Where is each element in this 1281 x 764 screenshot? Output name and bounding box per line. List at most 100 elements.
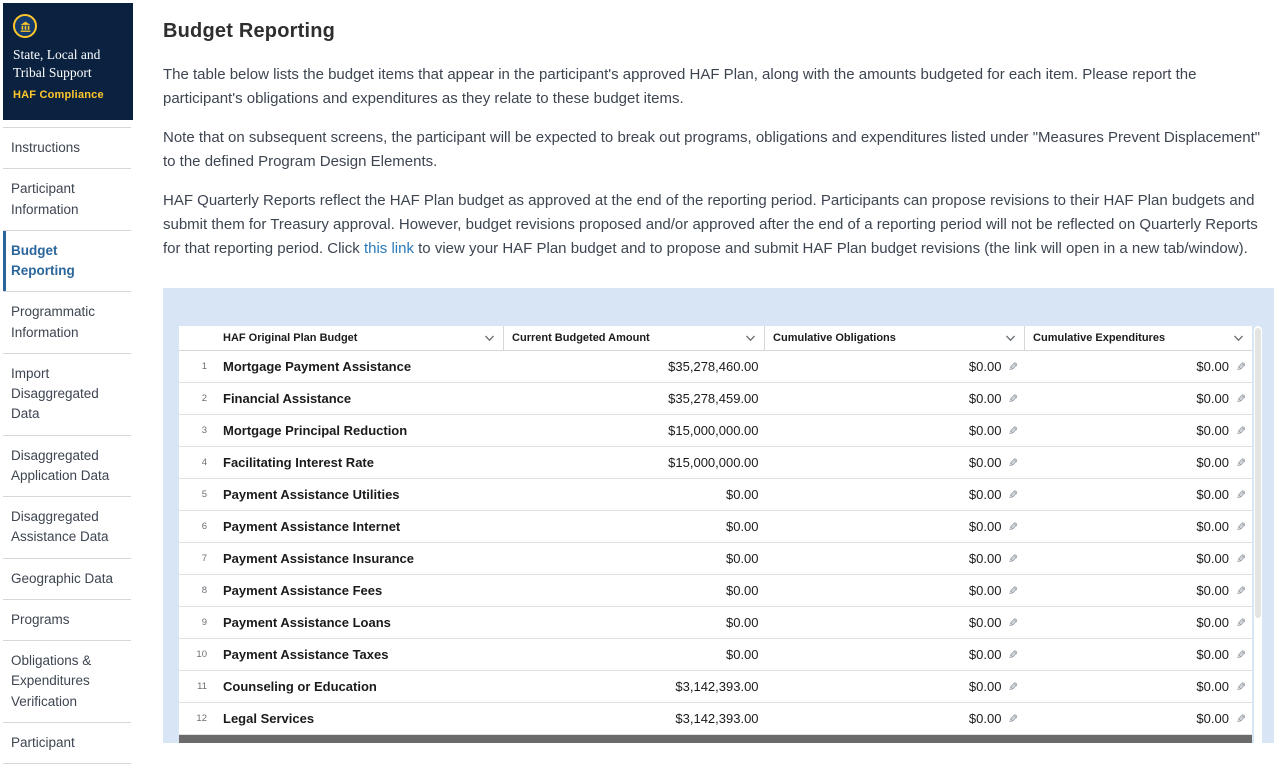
- edit-icon[interactable]: ✎: [1236, 360, 1246, 374]
- brand-subtitle: HAF Compliance: [13, 89, 123, 101]
- sidebar-item-participant-information[interactable]: Participant Information: [3, 169, 131, 231]
- scrollbar-thumb[interactable]: [1255, 328, 1261, 618]
- sidebar-item-obligations-expenditures-verification[interactable]: Obligations & Expenditures Verification: [3, 641, 131, 723]
- table-row: 3Mortgage Principal Reduction$15,000,000…: [179, 415, 1252, 447]
- budget-item-name: Payment Assistance Taxes: [215, 639, 504, 671]
- edit-icon[interactable]: ✎: [1236, 648, 1246, 662]
- cumulative-obligations-amount: $0.00✎: [765, 383, 1025, 415]
- cumulative-expenditures-amount: $0.00✎: [1025, 383, 1252, 415]
- cumulative-obligations-amount: $0.00✎: [765, 479, 1025, 511]
- edit-icon[interactable]: ✎: [1236, 616, 1246, 630]
- sidebar-item-disaggregated-assistance-data[interactable]: Disaggregated Assistance Data: [3, 497, 131, 559]
- current-budgeted-amount: $0.00: [504, 639, 765, 671]
- edit-icon[interactable]: ✎: [1008, 680, 1018, 694]
- row-number: 13: [179, 735, 215, 744]
- edit-icon[interactable]: ✎: [1008, 552, 1018, 566]
- row-number: 2: [179, 383, 215, 415]
- edit-icon[interactable]: ✎: [1236, 520, 1246, 534]
- table-row: 1Mortgage Payment Assistance$35,278,460.…: [179, 351, 1252, 383]
- column-header[interactable]: Cumulative Expenditures: [1025, 326, 1252, 351]
- cumulative-obligations-amount: $0.00✎: [765, 351, 1025, 383]
- table-row: 9Payment Assistance Loans$0.00$0.00✎$0.0…: [179, 607, 1252, 639]
- row-number: 9: [179, 607, 215, 639]
- edit-icon[interactable]: ✎: [1008, 392, 1018, 406]
- sidebar-item-disaggregated-application-data[interactable]: Disaggregated Application Data: [3, 436, 131, 498]
- row-number: 5: [179, 479, 215, 511]
- cumulative-expenditures-amount: $0.00✎: [1025, 543, 1252, 575]
- column-header[interactable]: HAF Original Plan Budget: [215, 326, 504, 351]
- edit-icon[interactable]: ✎: [1236, 488, 1246, 502]
- edit-icon[interactable]: ✎: [1008, 488, 1018, 502]
- edit-icon[interactable]: ✎: [1008, 456, 1018, 470]
- cumulative-expenditures-amount: $0.00✎: [1025, 703, 1252, 735]
- column-header-label: Cumulative Obligations: [773, 332, 896, 344]
- current-budgeted-amount: $0.00: [504, 543, 765, 575]
- sidebar-item-geographic-data[interactable]: Geographic Data: [3, 559, 131, 600]
- sidebar-item-instructions[interactable]: Instructions: [3, 127, 131, 169]
- budget-table-body: 1Mortgage Payment Assistance$35,278,460.…: [179, 351, 1252, 744]
- cumulative-expenditures-amount: $0.00✎: [1025, 415, 1252, 447]
- edit-icon[interactable]: ✎: [1008, 424, 1018, 438]
- edit-icon[interactable]: ✎: [1008, 616, 1018, 630]
- edit-icon[interactable]: ✎: [1236, 680, 1246, 694]
- sidebar-nav: InstructionsParticipant InformationBudge…: [3, 127, 131, 764]
- budget-item-name: Facilitating Interest Rate: [215, 447, 504, 479]
- cumulative-obligations-amount: $0.00✎: [765, 671, 1025, 703]
- sidebar-item-import-disaggregated-data[interactable]: Import Disaggregated Data: [3, 354, 131, 436]
- sidebar-item-budget-reporting[interactable]: Budget Reporting: [3, 231, 131, 293]
- budget-item-name: Counseling or Education: [215, 671, 504, 703]
- edit-icon[interactable]: ✎: [1236, 456, 1246, 470]
- table-scrollbar[interactable]: [1254, 326, 1262, 743]
- row-number: 8: [179, 575, 215, 607]
- chevron-down-icon[interactable]: [745, 335, 756, 342]
- haf-plan-budget-link[interactable]: this link: [364, 240, 414, 257]
- row-number: 6: [179, 511, 215, 543]
- chevron-down-icon[interactable]: [1233, 335, 1244, 342]
- edit-icon[interactable]: ✎: [1008, 648, 1018, 662]
- row-number: 10: [179, 639, 215, 671]
- cumulative-expenditures-amount: $0.00✎: [1025, 351, 1252, 383]
- budget-item-name: Payment Assistance Internet: [215, 511, 504, 543]
- app-root: State, Local and Tribal Support HAF Comp…: [0, 0, 1281, 743]
- edit-icon[interactable]: ✎: [1236, 424, 1246, 438]
- cumulative-obligations-amount: $0.00✎: [765, 415, 1025, 447]
- intro-paragraph: The table below lists the budget items t…: [163, 63, 1274, 111]
- edit-icon[interactable]: ✎: [1236, 584, 1246, 598]
- current-budgeted-amount: $35,278,460.00: [504, 351, 765, 383]
- edit-icon[interactable]: ✎: [1008, 360, 1018, 374]
- edit-icon[interactable]: ✎: [1008, 520, 1018, 534]
- cumulative-expenditures-amount: $0.00✎: [1025, 511, 1252, 543]
- edit-icon[interactable]: ✎: [1008, 712, 1018, 726]
- chevron-down-icon[interactable]: [1005, 335, 1016, 342]
- edit-icon[interactable]: ✎: [1236, 712, 1246, 726]
- table-row: 11Counseling or Education$3,142,393.00$0…: [179, 671, 1252, 703]
- budget-item-name: Mortgage Principal Reduction: [215, 415, 504, 447]
- quarterly-report-paragraph: HAF Quarterly Reports reflect the HAF Pl…: [163, 189, 1274, 261]
- budget-item-name: Payment Assistance Utilities: [215, 479, 504, 511]
- column-header[interactable]: Current Budgeted Amount: [504, 326, 765, 351]
- paragraph-text-after-link: to view your HAF Plan budget and to prop…: [414, 240, 1248, 257]
- brand-title: State, Local and Tribal Support: [13, 46, 123, 81]
- cumulative-obligations-amount: $0.00✎: [765, 511, 1025, 543]
- budget-table-panel: HAF Original Plan BudgetCurrent Budgeted…: [163, 288, 1274, 743]
- chevron-down-icon[interactable]: [484, 335, 495, 342]
- cumulative-expenditures-amount: $0.00✎: [1025, 671, 1252, 703]
- budget-item-name: Measures Preventing Displacement Subtota…: [215, 735, 504, 744]
- cumulative-expenditures-amount: $0.00: [1025, 735, 1252, 744]
- sidebar-item-programmatic-information[interactable]: Programmatic Information: [3, 292, 131, 354]
- row-number-column-header: [179, 326, 215, 351]
- sidebar-item-participant[interactable]: Participant: [3, 723, 131, 764]
- budget-item-name: Legal Services: [215, 703, 504, 735]
- sidebar: State, Local and Tribal Support HAF Comp…: [0, 0, 133, 743]
- brand-card: State, Local and Tribal Support HAF Comp…: [3, 3, 133, 120]
- cumulative-obligations-amount: $0.00✎: [765, 575, 1025, 607]
- budget-table: HAF Original Plan BudgetCurrent Budgeted…: [179, 326, 1252, 743]
- subtotal-row: 13Measures Preventing Displacement Subto…: [179, 735, 1252, 744]
- edit-icon[interactable]: ✎: [1236, 392, 1246, 406]
- edit-icon[interactable]: ✎: [1236, 552, 1246, 566]
- column-header[interactable]: Cumulative Obligations: [765, 326, 1025, 351]
- edit-icon[interactable]: ✎: [1008, 584, 1018, 598]
- table-row: 5Payment Assistance Utilities$0.00$0.00✎…: [179, 479, 1252, 511]
- sidebar-item-programs[interactable]: Programs: [3, 600, 131, 641]
- row-number: 4: [179, 447, 215, 479]
